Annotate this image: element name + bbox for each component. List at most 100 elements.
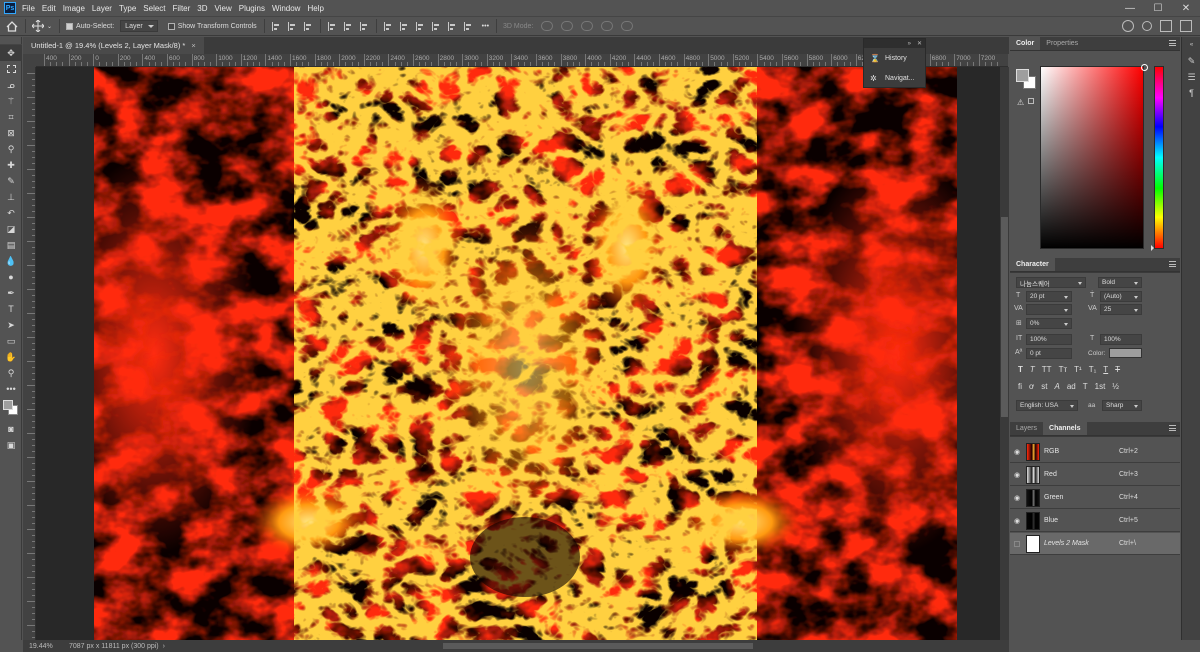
distribute-center-icon[interactable] [447,21,457,31]
blur-tool-icon[interactable]: 💧 [0,253,22,269]
menu-filter[interactable]: Filter [173,4,191,13]
distribute-bottom-icon[interactable] [415,21,425,31]
close-window-button[interactable]: ✕ [1172,0,1200,16]
screen-mode-icon[interactable]: ▣ [0,437,22,453]
history-panel-button[interactable]: ⌛ History [864,48,925,68]
close-panel-icon[interactable]: ✕ [917,40,922,47]
ordinals-button[interactable]: 1st [1095,382,1106,391]
tab-properties[interactable]: Properties [1040,37,1084,50]
zoom-level[interactable]: 19.44% [23,643,63,650]
distribute-middle-icon[interactable] [399,21,409,31]
vertical-scrollbar[interactable] [1000,67,1009,640]
color-picker-cursor[interactable] [1141,64,1148,71]
titling-alternates-button[interactable]: T [1083,382,1088,391]
contextual-alternates-button[interactable]: st [1041,382,1047,391]
text-color-swatch[interactable] [1109,348,1142,358]
auto-select-target-dropdown[interactable]: Layer [120,20,158,32]
crop-tool-icon[interactable]: ⌗ [0,109,22,125]
eyedropper-tool-icon[interactable]: ⚲ [0,141,22,157]
hue-slider[interactable] [1154,66,1164,249]
font-style-dropdown[interactable]: Bold [1098,277,1142,288]
move-tool-icon[interactable]: ✥ [0,45,22,61]
font-size-field[interactable]: 20 pt [1026,291,1072,302]
move-tool-preset[interactable]: ⌄ [32,19,52,33]
canvas-area[interactable] [36,67,1000,640]
brush-settings-icon[interactable]: ✎ [1182,53,1200,69]
font-family-dropdown[interactable]: 나눔스퀘어 [1016,277,1086,288]
subscript-button[interactable]: T₁ [1089,365,1097,374]
roll-3d-icon[interactable] [561,21,574,31]
tracking-field[interactable]: 25 [1100,304,1142,315]
menu-3d[interactable]: 3D [197,4,207,13]
align-vertical-centers-icon[interactable] [343,21,353,31]
close-document-icon[interactable]: × [191,41,195,50]
clone-stamp-tool-icon[interactable]: ⊥ [0,189,22,205]
lasso-tool-icon[interactable]: ᓄ [0,77,22,93]
stylistic-alternates-button[interactable]: ad [1067,382,1076,391]
hue-slider-handle[interactable] [1151,245,1154,251]
more-options-button[interactable]: ••• [482,19,489,33]
hand-tool-icon[interactable]: ✋ [0,349,22,365]
foreground-color[interactable] [1016,69,1029,82]
underline-button[interactable]: T [1103,365,1108,374]
discretionary-ligatures-button[interactable]: ơ [1029,382,1034,391]
share-icon[interactable] [1180,20,1192,32]
channel-row-blue[interactable]: ◉ Blue Ctrl+5 [1010,510,1180,532]
visibility-eye-icon[interactable]: ◉ [1010,494,1024,502]
maximize-button[interactable]: ☐ [1144,0,1172,16]
minimize-button[interactable]: — [1116,0,1144,16]
workspace-icon[interactable] [1160,20,1172,32]
search-icon[interactable] [1142,21,1152,31]
document-canvas[interactable] [94,67,957,640]
menu-plugins[interactable]: Plugins [239,4,265,13]
all-caps-button[interactable]: TT [1042,365,1052,374]
visibility-eye-icon[interactable]: ◉ [1010,471,1024,479]
visibility-eye-icon[interactable]: ◉ [1010,517,1024,525]
auto-select-checkbox[interactable] [66,22,74,30]
visibility-toggle[interactable] [1010,540,1024,547]
color-panel-swatches[interactable] [1016,69,1038,91]
slide-3d-icon[interactable] [601,21,614,31]
menu-window[interactable]: Window [272,4,300,13]
menu-edit[interactable]: Edit [42,4,56,13]
collapse-dock-icon[interactable]: « [1182,37,1200,53]
zoom-tool-icon[interactable]: ⚲ [0,365,22,381]
language-dropdown[interactable]: English: USA [1016,400,1078,411]
edit-toolbar-icon[interactable]: ••• [0,381,22,397]
paragraph-icon[interactable]: ¶ [1182,85,1200,101]
menu-layer[interactable]: Layer [92,4,112,13]
align-horizontal-centers-icon[interactable] [287,21,297,31]
menu-file[interactable]: File [22,4,35,13]
align-top-edges-icon[interactable] [327,21,337,31]
tab-color[interactable]: Color [1010,37,1041,50]
channel-row-levels-mask[interactable]: Levels 2 Mask Ctrl+\ [1010,533,1180,555]
ruler-origin[interactable] [23,54,36,67]
marquee-tool-icon[interactable] [0,61,22,77]
visibility-eye-icon[interactable]: ◉ [1010,448,1024,456]
distribute-top-icon[interactable] [383,21,393,31]
distribute-left-icon[interactable] [431,21,441,31]
tab-channels[interactable]: Channels [1043,422,1087,435]
quick-mask-icon[interactable]: ◙ [0,421,22,437]
orbit-3d-icon[interactable] [541,21,554,31]
floating-panel-header[interactable]: » ✕ [864,39,925,48]
align-left-edges-icon[interactable] [271,21,281,31]
menu-image[interactable]: Image [63,4,85,13]
tab-layers[interactable]: Layers [1010,422,1043,435]
baseline-shift-field[interactable]: 0 pt [1026,348,1072,359]
status-menu-arrow[interactable]: › [163,643,165,650]
web-safe-icon[interactable] [1028,98,1034,104]
home-button[interactable] [6,19,18,33]
antialias-dropdown[interactable]: Sharp [1102,400,1142,411]
pan-3d-icon[interactable] [581,21,594,31]
menu-view[interactable]: View [215,4,232,13]
brush-tool-icon[interactable]: ✎ [0,173,22,189]
channel-row-rgb[interactable]: ◉ RGB Ctrl+2 [1010,441,1180,463]
menu-help[interactable]: Help [307,4,323,13]
vertical-scrollbar-thumb[interactable] [1001,217,1008,417]
collapse-panel-icon[interactable]: » [908,41,911,47]
channel-row-green[interactable]: ◉ Green Ctrl+4 [1010,487,1180,509]
scale-3d-icon[interactable] [621,21,634,31]
color-swatches[interactable] [0,397,22,421]
foreground-color-swatch[interactable] [3,400,13,410]
